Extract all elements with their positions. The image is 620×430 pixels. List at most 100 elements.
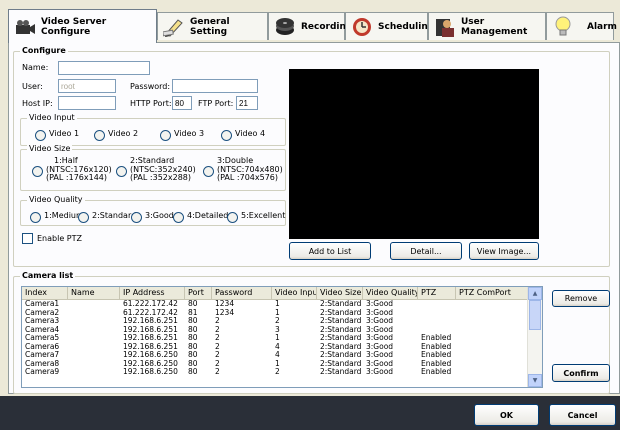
host-ip-field[interactable] xyxy=(58,96,116,110)
table-cell xyxy=(68,368,120,377)
video-size-radio-double[interactable]: 3:Double (NTSC:704x480) (PAL :704x576) xyxy=(203,156,283,183)
table-cell: 3:Good xyxy=(366,334,394,342)
video-input-radio-4[interactable]: Video 4 xyxy=(221,129,265,141)
video-quality-radio-excellent[interactable]: 5:Excellent xyxy=(227,211,285,223)
video-input-radio-3[interactable]: Video 3 xyxy=(160,129,204,141)
video-quality-radio-detailed[interactable]: 4:Detailed xyxy=(173,211,228,223)
table-row[interactable]: Camera3 192.168.6.251 80 2 2 2:Standard 3:Good xyxy=(22,317,542,326)
ok-button[interactable]: OK xyxy=(474,404,539,426)
remove-button[interactable]: Remove xyxy=(552,290,610,307)
table-cell: 80 xyxy=(188,342,198,351)
table-cell: 3:Good xyxy=(366,342,394,351)
table-row[interactable]: Camera8 192.168.6.250 80 2 1 2:Standard 3:Good… xyxy=(22,360,542,369)
table-row[interactable]: Camera6 192.168.6.251 80 2 4 2:Standard 3:Good… xyxy=(22,343,542,352)
table-row[interactable]: Camera4 192.168.6.251 80 2 3 2:Standard 3:Good xyxy=(22,326,542,335)
tab-general-setting[interactable]: General Setting xyxy=(157,12,268,40)
table-cell: 2:Standard xyxy=(320,342,362,351)
table-cell xyxy=(68,360,120,369)
table-cell xyxy=(456,326,528,335)
user-field[interactable] xyxy=(58,79,116,93)
table-cell: 2 xyxy=(275,368,280,376)
table-cell: 80 xyxy=(188,325,198,334)
table-cell: 192.168.6.250 xyxy=(123,359,178,368)
table-row[interactable]: Camera1 61.222.172.42 80 1234 1 2:Standard 3:G… xyxy=(22,300,542,309)
table-cell: 80 xyxy=(188,368,198,376)
video-quality-radio-standard[interactable]: 2:Standard xyxy=(78,211,136,223)
video-size-radio-half[interactable]: 1:Half (NTSC:176x120) (PAL :176x144) xyxy=(32,156,112,183)
table-cell xyxy=(456,309,528,318)
table-cell: 192.168.6.251 xyxy=(123,342,178,351)
table-cell: Enabled xyxy=(421,351,452,359)
column-header[interactable]: IP Address xyxy=(120,287,185,299)
video-quality-radio-good[interactable]: 3:Good xyxy=(131,211,174,223)
http-port-field[interactable] xyxy=(172,96,192,110)
tab-alarm[interactable]: Alarm xyxy=(546,12,617,40)
video-size-radio-standard[interactable]: 2:Standard (NTSC:352x240) (PAL :352x288) xyxy=(116,156,196,183)
column-header[interactable]: Index xyxy=(22,287,68,299)
column-header[interactable]: Port xyxy=(185,287,212,299)
table-cell: 1234 xyxy=(215,308,235,317)
tab-label: Alarm xyxy=(587,21,617,32)
column-header[interactable]: Password xyxy=(212,287,272,299)
http-port-label: HTTP Port: xyxy=(130,99,172,108)
tab-label: General Setting xyxy=(190,16,230,37)
table-cell xyxy=(68,351,120,360)
tab-label: Scheduling xyxy=(378,21,435,32)
table-cell: 2:Standard xyxy=(320,325,362,334)
scroll-thumb[interactable] xyxy=(529,300,541,330)
table-body: Camera1 61.222.172.42 80 1234 1 2:Standard 3:G… xyxy=(22,300,542,377)
enable-ptz-checkbox[interactable]: Enable PTZ xyxy=(22,233,82,244)
radio-circle xyxy=(173,212,184,223)
column-header[interactable]: PTZ ComPort xyxy=(456,287,528,299)
radio-circle xyxy=(221,130,232,141)
column-header[interactable]: Video Quality xyxy=(363,287,418,299)
tab-recording[interactable]: Recording xyxy=(268,12,352,40)
name-field[interactable] xyxy=(58,61,150,75)
column-header[interactable]: Name xyxy=(68,287,120,299)
table-row[interactable]: Camera5 192.168.6.251 80 2 1 2:Standard 3:Good… xyxy=(22,334,542,343)
password-field[interactable] xyxy=(172,79,258,93)
radio-circle xyxy=(203,166,214,177)
table-cell xyxy=(456,343,528,352)
table-cell xyxy=(418,300,456,309)
column-header[interactable]: Video Input xyxy=(272,287,317,299)
table-cell: 2 xyxy=(215,317,220,325)
table-cell: Enabled xyxy=(421,342,452,351)
table-cell: 3:Good xyxy=(366,317,394,325)
scroll-down-icon[interactable]: ▼ xyxy=(528,374,542,387)
column-header[interactable]: PTZ xyxy=(418,287,456,299)
table-scrollbar[interactable]: ▲ ▼ xyxy=(527,287,542,387)
cancel-button[interactable]: Cancel xyxy=(549,404,616,426)
clock-icon xyxy=(350,16,374,38)
confirm-button[interactable]: Confirm xyxy=(552,364,610,382)
video-quality-radio-medium[interactable]: 1:Medium xyxy=(30,211,84,223)
radio-circle xyxy=(94,130,105,141)
video-input-radio-2[interactable]: Video 2 xyxy=(94,129,138,141)
video-input-radio-1[interactable]: Video 1 xyxy=(35,129,79,141)
table-row[interactable]: Camera2 61.222.172.42 81 1234 1 2:Standard 3:G… xyxy=(22,309,542,318)
table-cell: 80 xyxy=(188,334,198,342)
ftp-port-field[interactable] xyxy=(236,96,258,110)
detail-button[interactable]: Detail... xyxy=(390,242,462,260)
table-row[interactable]: Camera7 192.168.6.250 80 2 4 2:Standard 3:Good… xyxy=(22,351,542,360)
tab-user-management[interactable]: User Management xyxy=(428,12,546,40)
column-header[interactable]: Video Size xyxy=(317,287,363,299)
password-label: Password: xyxy=(130,82,171,91)
tab-video-server-configure[interactable]: Video Server Configure xyxy=(8,9,157,43)
table-cell: 1234 xyxy=(215,300,235,308)
table-cell: 192.168.6.251 xyxy=(123,325,178,334)
radio-circle xyxy=(160,130,171,141)
tab-scheduling[interactable]: Scheduling xyxy=(345,12,434,40)
table-cell xyxy=(456,300,528,309)
table-cell xyxy=(68,317,120,326)
scroll-up-icon[interactable]: ▲ xyxy=(528,287,542,300)
table-cell: 192.168.6.250 xyxy=(123,351,178,359)
table-cell: 2 xyxy=(215,334,220,342)
table-cell: Enabled xyxy=(421,368,452,376)
table-cell: 61.222.172.42 xyxy=(123,308,178,317)
table-row[interactable]: Camera9 192.168.6.250 80 2 2 2:Standard 3:Good… xyxy=(22,368,542,377)
view-image-button[interactable]: View Image... xyxy=(469,242,539,260)
add-to-list-button[interactable]: Add to List xyxy=(289,242,371,260)
table-cell: 1 xyxy=(275,308,280,317)
table-cell: 3 xyxy=(275,325,280,334)
